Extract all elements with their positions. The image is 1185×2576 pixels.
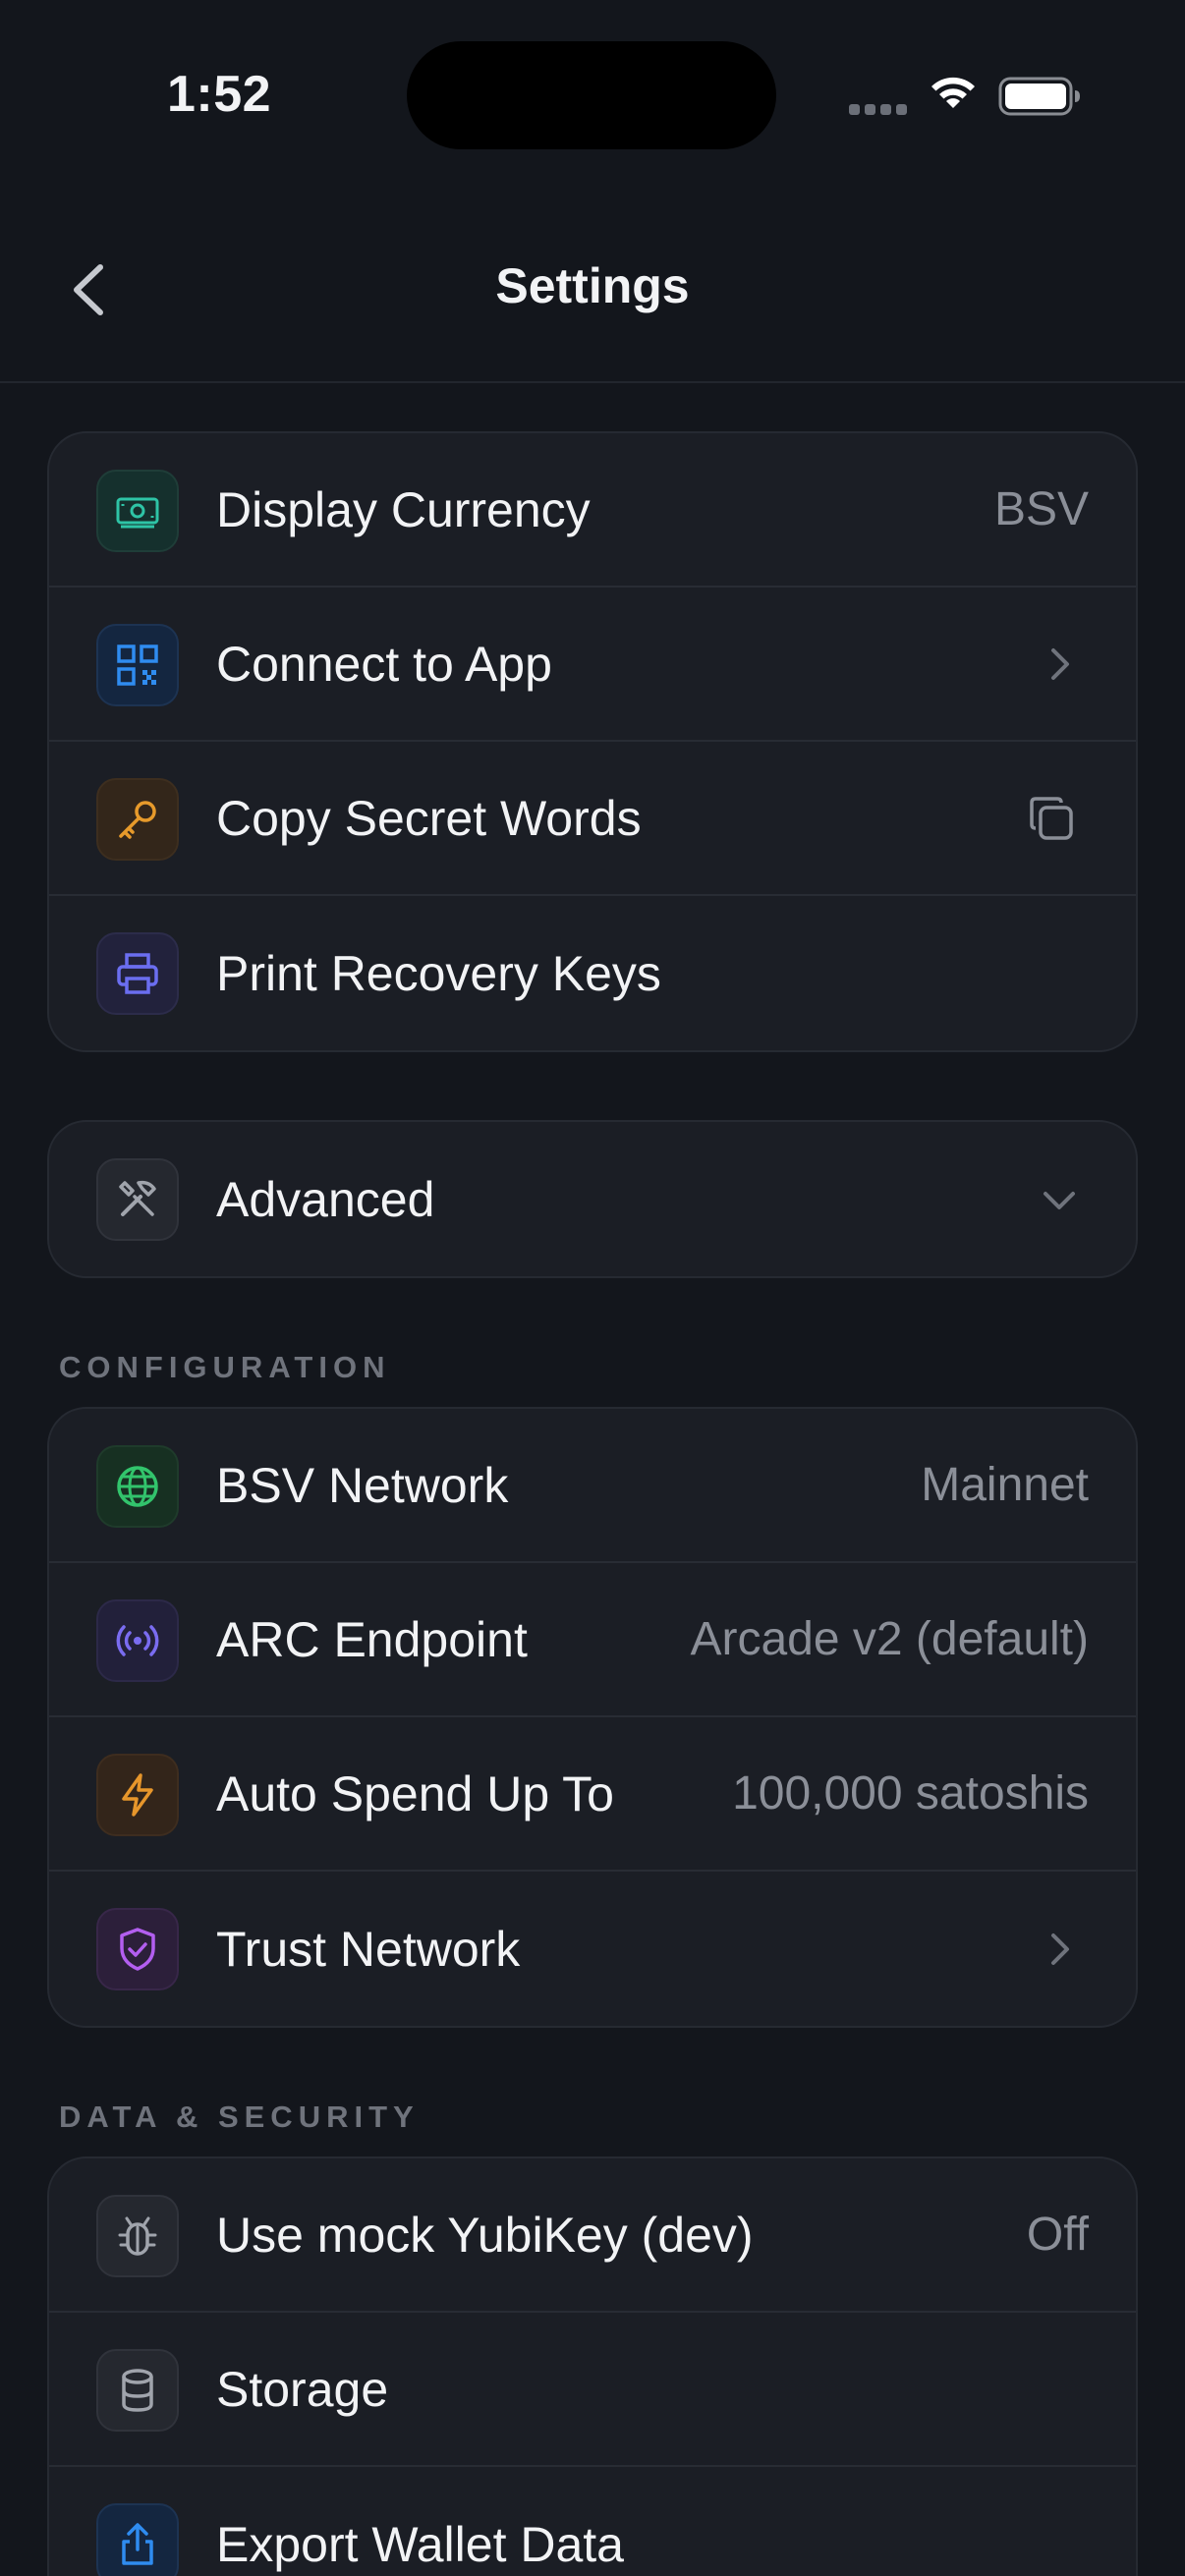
- trust-network-row[interactable]: Trust Network: [49, 1872, 1136, 2026]
- currency-value: BSV: [993, 483, 1089, 535]
- lightning-icon: [96, 1754, 179, 1836]
- qr-code-icon: [96, 624, 179, 706]
- connect-to-app-row[interactable]: Connect to App: [49, 588, 1136, 742]
- row-label: Print Recovery Keys: [216, 945, 661, 1001]
- key-icon: [96, 778, 179, 861]
- data-security-card: Use mock YubiKey (dev) Off Storage Expor…: [47, 2156, 1138, 2576]
- auto-spend-value: 100,000 satoshis: [732, 1767, 1089, 1820]
- configuration-header: CONFIGURATION: [59, 1350, 391, 1384]
- wifi-icon: [931, 77, 975, 108]
- signal-icon: [849, 104, 908, 116]
- copy-icon[interactable]: [1026, 793, 1077, 844]
- share-icon: [96, 2503, 179, 2576]
- print-recovery-keys-row[interactable]: Print Recovery Keys: [49, 896, 1136, 1050]
- display-currency-row[interactable]: Display Currency BSV: [49, 433, 1136, 588]
- configuration-card: BSV Network Mainnet ARC Endpoint Arcade …: [47, 1407, 1138, 2028]
- export-wallet-data-row[interactable]: Export Wallet Data: [49, 2467, 1136, 2576]
- network-value: Mainnet: [921, 1459, 1089, 1511]
- dynamic-island: [407, 41, 776, 149]
- row-label: Advanced: [216, 1171, 435, 1227]
- broadcast-icon: [96, 1599, 179, 1682]
- storage-row[interactable]: Storage: [49, 2313, 1136, 2467]
- database-icon: [96, 2349, 179, 2432]
- status-bar: 1:52: [0, 0, 1185, 187]
- row-label: Connect to App: [216, 636, 552, 692]
- arc-endpoint-row[interactable]: ARC Endpoint Arcade v2 (default): [49, 1563, 1136, 1717]
- auto-spend-row[interactable]: Auto Spend Up To 100,000 satoshis: [49, 1717, 1136, 1872]
- printer-icon: [96, 932, 179, 1015]
- navigation-bar: Settings: [0, 206, 1185, 383]
- bug-icon: [96, 2195, 179, 2277]
- yubikey-value: Off: [1026, 2209, 1089, 2261]
- bsv-network-row[interactable]: BSV Network Mainnet: [49, 1409, 1136, 1563]
- advanced-row[interactable]: Advanced: [49, 1122, 1136, 1276]
- copy-secret-words-row[interactable]: Copy Secret Words: [49, 742, 1136, 896]
- mock-yubikey-row[interactable]: Use mock YubiKey (dev) Off: [49, 2158, 1136, 2313]
- row-label: Display Currency: [216, 481, 591, 537]
- row-label: ARC Endpoint: [216, 1611, 528, 1667]
- row-label: Auto Spend Up To: [216, 1765, 614, 1821]
- row-label: Storage: [216, 2361, 389, 2417]
- row-label: Trust Network: [216, 1921, 521, 1977]
- endpoint-value: Arcade v2 (default): [690, 1613, 1089, 1665]
- globe-icon: [96, 1445, 179, 1528]
- shield-check-icon: [96, 1908, 179, 1990]
- row-label: Use mock YubiKey (dev): [216, 2207, 754, 2263]
- row-label: Copy Secret Words: [216, 790, 642, 846]
- status-time: 1:52: [167, 66, 272, 123]
- banknote-icon: [96, 470, 179, 552]
- tools-icon: [96, 1158, 179, 1241]
- main-settings-card: Display Currency BSV Connect to App Copy…: [47, 431, 1138, 1052]
- chevron-down-icon: [1044, 1191, 1075, 1209]
- advanced-card: Advanced: [47, 1120, 1138, 1278]
- page-title: Settings: [495, 258, 690, 313]
- row-label: BSV Network: [216, 1457, 509, 1513]
- battery-icon: [998, 77, 1080, 116]
- settings-screen: 1:52 Settings Display Currency BSV Conne…: [0, 0, 1185, 2576]
- data-security-header: DATA & SECURITY: [59, 2100, 420, 2134]
- row-label: Export Wallet Data: [216, 2516, 624, 2572]
- chevron-right-icon: [1051, 647, 1069, 680]
- chevron-right-icon: [1051, 1932, 1069, 1965]
